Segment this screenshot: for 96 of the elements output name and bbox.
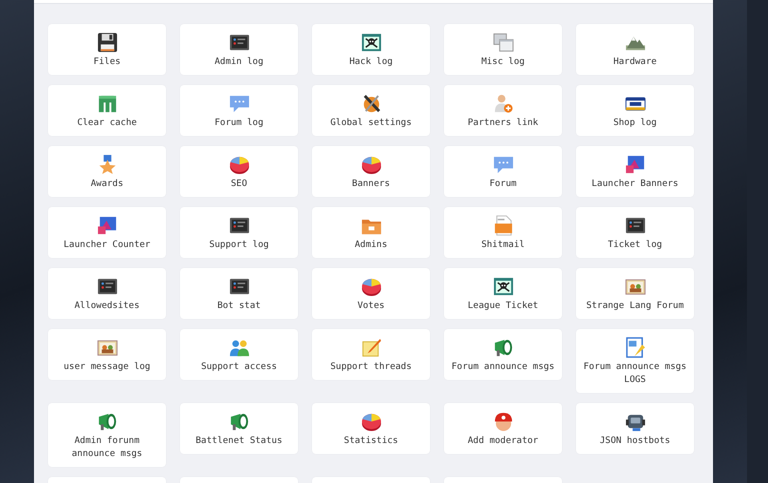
menu-tile[interactable]: Statistics bbox=[312, 403, 430, 454]
tile-label: Support log bbox=[209, 239, 269, 252]
tile-label: Allowedsites bbox=[74, 300, 140, 313]
pie-chart-icon bbox=[228, 154, 250, 175]
tile-label: user message log bbox=[64, 361, 150, 374]
menu-tile[interactable]: Partners link bbox=[444, 85, 562, 136]
megaphone-icon bbox=[228, 411, 250, 432]
tile-label: Partners link bbox=[468, 117, 538, 130]
pie-chart-icon bbox=[360, 154, 382, 175]
tile-label: Hack log bbox=[349, 56, 393, 69]
tile-label: Forum announce msgs LOGS bbox=[582, 361, 688, 387]
tile-label: JSON hostbots bbox=[600, 435, 670, 448]
menu-tile[interactable]: Shitmail bbox=[444, 207, 562, 258]
skull-window-icon bbox=[360, 32, 382, 53]
menu-tile[interactable]: Launcher Banners bbox=[576, 146, 694, 197]
megaphone-icon bbox=[96, 411, 118, 432]
terminal-window-icon bbox=[624, 215, 646, 236]
menu-tile[interactable]: Support access bbox=[180, 329, 298, 380]
menu-tile[interactable]: Allowedsites bbox=[48, 268, 166, 319]
menu-tile[interactable]: Launcher Counter bbox=[48, 207, 166, 258]
menu-tile[interactable]: Global settings bbox=[312, 85, 430, 136]
tile-label: Hardware bbox=[613, 56, 657, 69]
tile-label: Clear cache bbox=[77, 117, 137, 130]
tile-label: Forum log bbox=[214, 117, 264, 130]
tile-label: Admin log bbox=[214, 56, 264, 69]
pie-chart-icon bbox=[360, 411, 382, 432]
menu-tile[interactable]: Files bbox=[48, 24, 166, 75]
tile-label: Support threads bbox=[330, 361, 412, 374]
menu-tile[interactable]: Admin forunm announce msgs bbox=[48, 403, 166, 467]
tile-label: SEO bbox=[230, 178, 248, 191]
tile-label: Add moderator bbox=[468, 435, 538, 448]
menu-tile[interactable]: Battlenet Status bbox=[180, 403, 298, 454]
menu-tile[interactable]: Admin log bbox=[180, 24, 298, 75]
pencil-note-icon bbox=[360, 337, 382, 358]
menu-tile[interactable]: Misc log bbox=[444, 24, 562, 75]
tile-label: Launcher Banners bbox=[592, 178, 678, 191]
menu-tile[interactable]: Hack log bbox=[312, 24, 430, 75]
menu-tile[interactable]: Forum announce msgs LOGS bbox=[576, 329, 694, 393]
menu-tile[interactable]: Votes bbox=[312, 268, 430, 319]
menu-tile[interactable]: Forum announce msgs bbox=[444, 329, 562, 380]
megaphone-icon bbox=[492, 337, 514, 358]
menu-tile[interactable]: Support log bbox=[180, 207, 298, 258]
tile-label: Statistics bbox=[344, 435, 398, 448]
menu-tile[interactable]: SEO bbox=[180, 146, 298, 197]
tile-label: League Ticket bbox=[468, 300, 538, 313]
cap-icon bbox=[492, 411, 514, 432]
menu-tile[interactable]: Bot stat bbox=[180, 268, 298, 319]
menu-tile[interactable]: JSON hostbots bbox=[576, 403, 694, 454]
person-plus-icon bbox=[492, 93, 514, 114]
menu-tile[interactable]: League Ticket bbox=[444, 268, 562, 319]
chat-bubble-icon bbox=[492, 154, 514, 175]
tile-label: Strange Lang Forum bbox=[586, 300, 684, 313]
star-medal-icon bbox=[96, 154, 118, 175]
tile-label: Bot stat bbox=[217, 300, 261, 313]
menu-tile[interactable]: user message log bbox=[48, 329, 166, 380]
menu-tile[interactable]: Forum log bbox=[180, 85, 298, 136]
terminal-window-icon bbox=[228, 276, 250, 297]
pie-chart-icon bbox=[360, 276, 382, 297]
tile-label: Votes bbox=[357, 300, 385, 313]
tile-label: Banners bbox=[352, 178, 390, 191]
chat-bubble-icon bbox=[228, 93, 250, 114]
tile-label: Awards bbox=[90, 178, 124, 191]
menu-tile[interactable]: Ticket log bbox=[576, 207, 694, 258]
terminal-window-icon bbox=[228, 32, 250, 53]
menu-tile[interactable]: Admins bbox=[312, 207, 430, 258]
tile-label: Launcher Counter bbox=[64, 239, 150, 252]
menu-tile[interactable]: Forum bbox=[444, 146, 562, 197]
tile-label: Shop log bbox=[613, 117, 657, 130]
menu-tile[interactable]: Strange Lang Forum bbox=[576, 268, 694, 319]
letter-m-icon bbox=[96, 93, 118, 114]
notes-page-icon bbox=[624, 337, 646, 358]
terminal-window-icon bbox=[228, 215, 250, 236]
stacked-windows-icon bbox=[492, 32, 514, 53]
skull-window-icon bbox=[492, 276, 514, 297]
tile-label: Global settings bbox=[330, 117, 412, 130]
tile-label: Admins bbox=[354, 239, 388, 252]
document-icon bbox=[492, 215, 514, 236]
menu-tile[interactable]: Clear cache bbox=[48, 85, 166, 136]
tile-label: Forum announce msgs bbox=[452, 361, 554, 374]
tile-label: Admin forunm announce msgs bbox=[70, 435, 144, 461]
tile-label: Battlenet Status bbox=[196, 435, 282, 448]
tile-label: Files bbox=[93, 56, 121, 69]
tile-label: Ticket log bbox=[608, 239, 662, 252]
terminal-window-icon bbox=[96, 276, 118, 297]
menu-tile[interactable]: Shop log bbox=[576, 85, 694, 136]
framed-picture-icon bbox=[96, 215, 118, 236]
tile-label: Support access bbox=[201, 361, 277, 374]
menu-tile[interactable]: Banners bbox=[312, 146, 430, 197]
menu-tile[interactable]: Add moderator bbox=[444, 403, 562, 454]
menu-tile[interactable]: Support threads bbox=[312, 329, 430, 380]
framed-picture-icon bbox=[624, 154, 646, 175]
tile-label: Forum bbox=[489, 178, 517, 191]
menu-tile[interactable]: Hardware bbox=[576, 24, 694, 75]
tile-label: Misc log bbox=[481, 56, 525, 69]
menu-tile[interactable]: Awards bbox=[48, 146, 166, 197]
tile-label: Shitmail bbox=[481, 239, 525, 252]
